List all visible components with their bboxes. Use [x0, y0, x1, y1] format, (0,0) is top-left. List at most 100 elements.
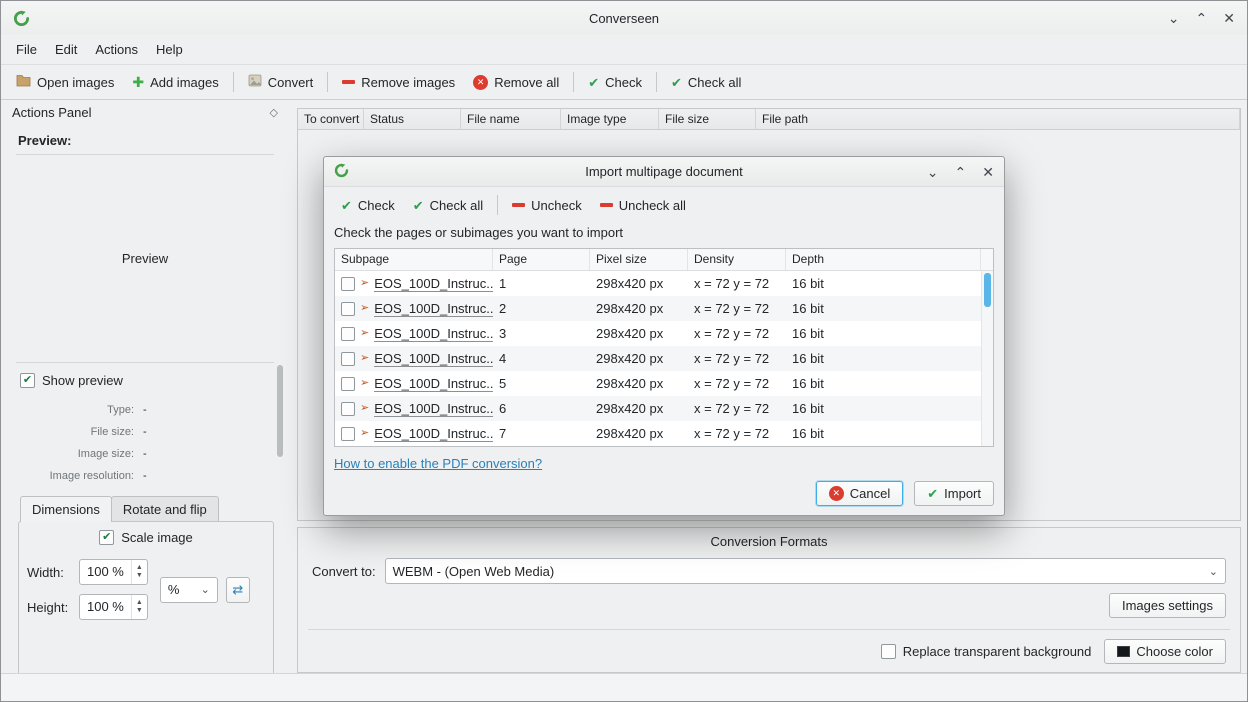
col-image-type[interactable]: Image type: [561, 109, 659, 129]
table-row[interactable]: ➢ EOS_100D_Instruc... 1 298x420 px x = 7…: [335, 271, 981, 296]
row-checkbox[interactable]: [341, 302, 355, 316]
close-icon[interactable]: ✕: [1223, 11, 1235, 25]
close-icon[interactable]: ✕: [982, 165, 994, 179]
density: x = 72 y = 72: [688, 426, 786, 441]
remove-all-button[interactable]: ✕ Remove all: [464, 70, 568, 95]
subpage-name: EOS_100D_Instruc...: [374, 376, 493, 392]
tab-rotate-and-flip[interactable]: Rotate and flip: [111, 496, 219, 522]
height-spinbox[interactable]: 100 % ▲ ▼: [79, 594, 148, 620]
maximize-icon[interactable]: ⌃: [955, 165, 967, 179]
col-file-path[interactable]: File path: [756, 109, 1240, 129]
table-row[interactable]: ➢ EOS_100D_Instruc... 3 298x420 px x = 7…: [335, 321, 981, 346]
col-to-convert[interactable]: To convert: [298, 109, 364, 129]
spin-arrows[interactable]: ▲ ▼: [131, 595, 147, 619]
table-row[interactable]: ➢ EOS_100D_Instruc... 5 298x420 px x = 7…: [335, 371, 981, 396]
minimize-icon[interactable]: ⌄: [1168, 11, 1180, 25]
dialog-check-all-button[interactable]: ✔ Check all: [404, 193, 492, 218]
files-table-header: To convert Status File name Image type F…: [298, 109, 1240, 130]
format-combobox[interactable]: WEBM - (Open Web Media) ⌄: [385, 558, 1226, 584]
row-checkbox[interactable]: [341, 352, 355, 366]
images-settings-button[interactable]: Images settings: [1109, 593, 1226, 618]
scrollbar-thumb[interactable]: [984, 273, 991, 307]
type-value: -: [143, 404, 274, 416]
check-button[interactable]: ✔ Check: [579, 70, 651, 95]
tab-dimensions[interactable]: Dimensions: [20, 496, 112, 522]
row-checkbox[interactable]: [341, 377, 355, 391]
preview-placeholder: Preview: [122, 251, 168, 266]
dialog-uncheck-button[interactable]: Uncheck: [503, 193, 591, 218]
table-row[interactable]: ➢ EOS_100D_Instruc... 6 298x420 px x = 7…: [335, 396, 981, 421]
add-images-button[interactable]: ✚ Add images: [123, 70, 227, 95]
page-icon: ➢: [360, 303, 369, 314]
titlebar[interactable]: Converseen ⌄ ⌃ ✕: [1, 1, 1247, 35]
convert-button[interactable]: Convert: [239, 69, 323, 95]
spin-down-icon[interactable]: ▼: [136, 607, 143, 615]
pages-table-header: Subpage Page Pixel size Density Depth: [335, 249, 993, 271]
table-scrollbar[interactable]: [981, 271, 993, 446]
scrollbar-thumb[interactable]: [277, 365, 283, 457]
menu-edit[interactable]: Edit: [46, 38, 86, 61]
type-label: Type:: [16, 404, 134, 416]
density: x = 72 y = 72: [688, 401, 786, 416]
import-label: Import: [944, 486, 981, 501]
dialog-check-button[interactable]: ✔ Check: [332, 193, 404, 218]
spin-down-icon[interactable]: ▼: [136, 572, 143, 580]
preview-area: Preview: [16, 157, 274, 360]
col-file-size[interactable]: File size: [659, 109, 756, 129]
dialog-buttons: ✕ Cancel ✔ Import: [816, 481, 994, 506]
depth: 16 bit: [786, 351, 981, 366]
page-number: 3: [493, 326, 590, 341]
scale-image-label: Scale image: [121, 530, 193, 545]
pixel-size: 298x420 px: [590, 401, 688, 416]
dialog-titlebar[interactable]: Import multipage document ⌄ ⌃ ✕: [324, 157, 1004, 187]
page-icon: ➢: [360, 378, 369, 389]
spin-arrows[interactable]: ▲ ▼: [131, 560, 147, 584]
menu-help[interactable]: Help: [147, 38, 192, 61]
maximize-icon[interactable]: ⌃: [1196, 11, 1208, 25]
col-pixel-size[interactable]: Pixel size: [590, 249, 688, 270]
check-all-button[interactable]: ✔ Check all: [662, 70, 750, 95]
spin-up-icon[interactable]: ▲: [136, 599, 143, 607]
subpage-name: EOS_100D_Instruc...: [374, 301, 493, 317]
col-depth[interactable]: Depth: [786, 249, 981, 270]
table-row[interactable]: ➢ EOS_100D_Instruc... 4 298x420 px x = 7…: [335, 346, 981, 371]
row-checkbox[interactable]: [341, 402, 355, 416]
refresh-button[interactable]: ⇄: [226, 577, 250, 603]
row-checkbox[interactable]: [341, 277, 355, 291]
width-spinbox[interactable]: 100 % ▲ ▼: [79, 559, 148, 585]
open-images-label: Open images: [37, 75, 114, 90]
spin-up-icon[interactable]: ▲: [136, 564, 143, 572]
replace-transparent-background-checkbox[interactable]: Replace transparent background: [881, 644, 1092, 659]
page-number: 4: [493, 351, 590, 366]
cancel-button[interactable]: ✕ Cancel: [816, 481, 903, 506]
menu-actions[interactable]: Actions: [86, 38, 147, 61]
width-label: Width:: [27, 565, 71, 580]
row-checkbox[interactable]: [341, 327, 355, 341]
dialog-uncheck-all-button[interactable]: Uncheck all: [591, 193, 695, 218]
col-subpage[interactable]: Subpage: [335, 249, 493, 270]
panel-scrollbar[interactable]: [276, 125, 284, 673]
image-size-value: -: [143, 448, 274, 460]
convert-label: Convert: [268, 75, 314, 90]
toolbar-separator: [233, 72, 234, 92]
open-images-button[interactable]: Open images: [7, 69, 123, 95]
table-row[interactable]: ➢ EOS_100D_Instruc... 7 298x420 px x = 7…: [335, 421, 981, 446]
row-checkbox[interactable]: [341, 427, 355, 441]
show-preview-checkbox[interactable]: ✔ Show preview: [20, 373, 123, 388]
pdf-conversion-help-link[interactable]: How to enable the PDF conversion?: [334, 456, 542, 471]
choose-color-button[interactable]: Choose color: [1104, 639, 1226, 664]
menu-file[interactable]: File: [7, 38, 46, 61]
col-file-name[interactable]: File name: [461, 109, 561, 129]
depth: 16 bit: [786, 326, 981, 341]
col-density[interactable]: Density: [688, 249, 786, 270]
col-status[interactable]: Status: [364, 109, 461, 129]
scale-image-checkbox[interactable]: ✔ Scale image: [99, 530, 193, 545]
col-page[interactable]: Page: [493, 249, 590, 270]
import-button[interactable]: ✔ Import: [914, 481, 994, 506]
unit-combobox[interactable]: % ⌄: [160, 577, 218, 603]
minimize-icon[interactable]: ⌄: [927, 165, 939, 179]
remove-images-button[interactable]: Remove images: [333, 70, 464, 95]
page-number: 1: [493, 276, 590, 291]
table-row[interactable]: ➢ EOS_100D_Instruc... 2 298x420 px x = 7…: [335, 296, 981, 321]
panel-float-icon[interactable]: ◇: [270, 106, 278, 119]
